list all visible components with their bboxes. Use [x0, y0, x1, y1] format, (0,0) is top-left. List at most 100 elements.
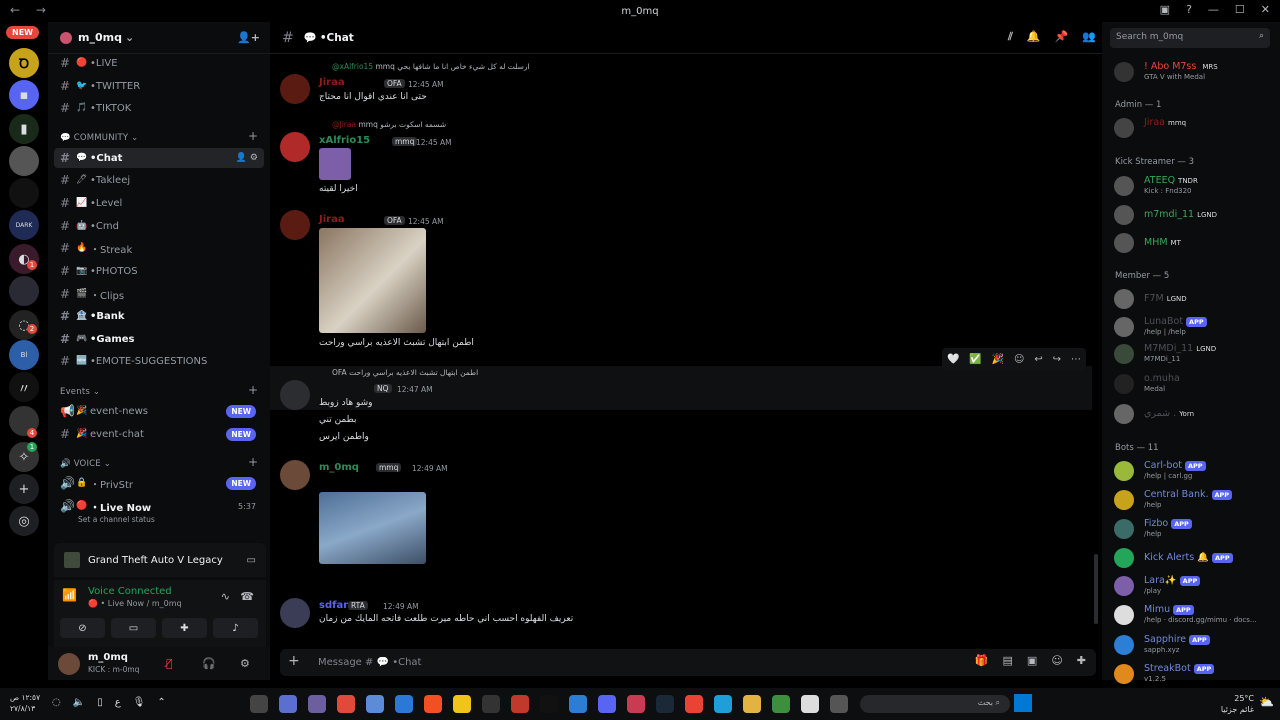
message-author[interactable]: xAlfrio15 — [319, 135, 370, 146]
disconnect-icon[interactable]: ☎ — [240, 590, 254, 603]
steam-icon[interactable] — [656, 695, 674, 713]
server-icon[interactable]: Bl — [9, 340, 39, 370]
windows-start-icon[interactable] — [1014, 694, 1032, 712]
member-item[interactable]: MHM MT — [1114, 231, 1274, 257]
channel-status[interactable]: Set a channel status — [78, 515, 155, 524]
server-icon[interactable]: Ꝺ — [9, 48, 39, 78]
server-header[interactable]: m_0mq ⌄ 👤+ — [48, 22, 270, 54]
app-icon[interactable] — [569, 695, 587, 713]
app-icon[interactable] — [250, 695, 268, 713]
gif-icon[interactable]: ▤ — [1003, 654, 1013, 667]
forward-icon[interactable]: ↪ — [1053, 354, 1061, 365]
channel-live-now[interactable]: 🔊 🔴 ・Live Now 5:37 — [54, 496, 264, 516]
signal-icon[interactable]: 📶 — [62, 588, 77, 602]
sticker-image[interactable] — [319, 148, 351, 180]
apps-icon[interactable]: ✚ — [1077, 654, 1086, 667]
reply-preview[interactable]: OFA اطمن ابتهال تشبث الاعذيه براسي وراحت — [332, 368, 478, 377]
channel-event-chat[interactable]: # 🎉 event-chat NEW — [54, 424, 264, 444]
category-events[interactable]: Events ⌄ — [60, 387, 100, 397]
battery-icon[interactable]: ▯ — [97, 697, 103, 708]
weather-widget[interactable]: 25°C غائم جزئيا — [1221, 693, 1254, 715]
attachment-gif[interactable] — [319, 492, 426, 564]
member-item[interactable]: M7MDi_11 LGND M7MDi_11 — [1114, 342, 1274, 368]
gift-icon[interactable]: 🎁 — [975, 654, 989, 667]
minimize-button[interactable]: — — [1208, 3, 1219, 16]
member-item[interactable]: Mimu APP /help · discord.gg/mimu · docs..… — [1114, 603, 1274, 629]
add-channel-icon[interactable]: + — [248, 455, 258, 469]
member-item[interactable]: شمري . Yorn — [1114, 402, 1274, 428]
reply-preview[interactable]: @Jiraa mmq شسمه اسكوت برشو — [332, 120, 446, 129]
server-icon[interactable]: ▮ — [9, 114, 39, 144]
chrome-icon[interactable] — [685, 695, 703, 713]
server-icon[interactable]: 〃 — [9, 372, 39, 402]
more-icon[interactable]: ⋯ — [1071, 354, 1081, 365]
app-icon[interactable] — [540, 695, 558, 713]
screen-share-icon[interactable]: ▭ — [247, 555, 256, 566]
taskbar-clock[interactable]: ١٢:٥٧ ص ٢٧/٨/١٣ — [10, 692, 40, 714]
sticker-icon[interactable]: ▣ — [1027, 654, 1037, 667]
channel-event-news[interactable]: 📢 🎉 event-news NEW — [54, 401, 264, 421]
reply-preview[interactable]: @xAlfrio15 mmq ارسلت له كل شيء خاص انا م… — [332, 62, 530, 71]
channel-settings-icon[interactable]: 👤 ⚙ — [236, 153, 258, 163]
channel-photos[interactable]: # 📷 •PHOTOS — [54, 261, 264, 281]
channel-takleej[interactable]: # 🖊 •Takleej — [54, 170, 264, 190]
user-name[interactable]: m_0mq — [88, 652, 128, 663]
channel-twitter[interactable]: # 🐦 •TWITTER — [54, 76, 264, 96]
add-attachment-icon[interactable]: + — [288, 653, 300, 669]
message-input[interactable] — [318, 653, 918, 672]
message-author[interactable]: m_0mq — [319, 462, 359, 473]
scrollbar[interactable] — [1094, 554, 1098, 624]
channel-live[interactable]: # 🔴 •LIVE — [54, 53, 264, 73]
channel-cmd[interactable]: # 🤖 •Cmd — [54, 216, 264, 236]
noise-suppression-icon[interactable]: ∿ — [221, 590, 230, 603]
member-item[interactable]: LunaBot APP /help | /help — [1114, 315, 1274, 341]
member-item[interactable]: m7mdi_11 LGND — [1114, 203, 1274, 229]
server-icon[interactable]: ▪ — [9, 80, 39, 110]
mic-icon[interactable]: 🎙 — [133, 697, 146, 708]
avatar[interactable] — [280, 132, 310, 162]
channel-games[interactable]: # 🎮 •Games — [54, 329, 264, 349]
app-icon[interactable] — [279, 695, 297, 713]
member-item[interactable]: Jiraa mmq — [1114, 116, 1274, 142]
add-channel-icon[interactable]: + — [248, 383, 258, 397]
search-input[interactable]: Search m_0mq ⌕ — [1110, 28, 1270, 48]
inbox-icon[interactable]: ▣ — [1160, 3, 1170, 16]
avatar[interactable] — [280, 74, 310, 104]
message-author[interactable]: sdfar — [319, 600, 348, 611]
server-icon[interactable]: DARK — [9, 210, 39, 240]
folder-icon[interactable] — [743, 695, 761, 713]
pin-icon[interactable]: 📌 — [1055, 30, 1069, 44]
mute-icon[interactable]: 🎙̸ — [166, 657, 173, 670]
app-icon[interactable] — [424, 695, 442, 713]
add-reaction-icon[interactable]: ☺ — [1014, 354, 1024, 365]
emoji-icon[interactable]: ☺ — [1051, 654, 1062, 667]
reply-icon[interactable]: ↩ — [1034, 354, 1042, 365]
discord-icon[interactable] — [598, 695, 616, 713]
member-item[interactable]: o.muha Medal — [1114, 372, 1274, 398]
channel-level[interactable]: # 📈 •Level — [54, 193, 264, 213]
app-icon[interactable] — [453, 695, 471, 713]
app-icon[interactable] — [308, 695, 326, 713]
avatar[interactable] — [280, 460, 310, 490]
channel-emote-suggestions[interactable]: # 🆕 •EMOTE-SUGGESTIONS — [54, 351, 264, 371]
threads-icon[interactable]: ⫽ — [1008, 30, 1013, 44]
member-item[interactable]: Lara✨ APP /play — [1114, 574, 1274, 600]
app-icon[interactable] — [337, 695, 355, 713]
app-icon[interactable] — [627, 695, 645, 713]
avatar[interactable] — [280, 380, 310, 410]
message-author[interactable]: Jiraa — [319, 77, 345, 88]
server-icon[interactable] — [9, 146, 39, 176]
party-reaction-icon[interactable]: 🎉 — [992, 354, 1004, 365]
member-item[interactable]: ATEEQ TNDR Kick : Fnd320 — [1114, 174, 1274, 200]
language-icon[interactable]: ع — [115, 697, 121, 708]
member-item[interactable]: StreakBot APP v1.2.5 — [1114, 662, 1274, 688]
check-reaction-icon[interactable]: ✅ — [969, 354, 981, 365]
avatar[interactable] — [280, 210, 310, 240]
category-voice[interactable]: 🔊 VOICE ⌄ — [60, 459, 111, 469]
avatar[interactable] — [58, 653, 80, 675]
discover-icon[interactable]: ◎ — [9, 506, 39, 536]
server-icon[interactable]: ◐ — [9, 244, 39, 274]
app-icon[interactable] — [511, 695, 529, 713]
channel-clips[interactable]: # 🎬 ・Clips — [54, 284, 264, 304]
add-server-icon[interactable]: + — [9, 474, 39, 504]
